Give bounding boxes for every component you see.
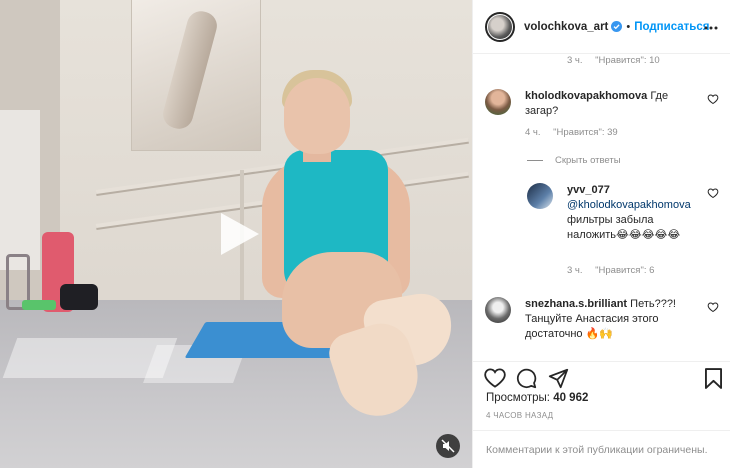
verified-badge-icon <box>611 21 623 32</box>
video-player[interactable] <box>0 0 472 468</box>
views-label: Просмотры: <box>486 392 550 404</box>
window-light <box>0 110 40 270</box>
comment-likes[interactable]: "Нравится": 10 <box>595 55 660 66</box>
separator-dot: • <box>626 20 631 33</box>
avatar-image <box>487 13 513 40</box>
comment-icon[interactable] <box>516 368 537 389</box>
avatar[interactable] <box>485 89 511 115</box>
person-head <box>284 78 350 154</box>
heart-icon[interactable] <box>707 187 719 199</box>
hide-replies-label: Скрыть ответы <box>555 155 621 166</box>
comment-time: 4 ч. <box>525 127 541 138</box>
comment-meta: 4 ч. "Нравится": 39 <box>525 127 618 138</box>
background-bag <box>60 284 98 310</box>
comment-body: yvv_077 @kholodkovapakhomova фильтры заб… <box>567 183 703 243</box>
follow-button[interactable]: Подписаться <box>634 21 709 33</box>
comment-time: 3 ч. <box>567 265 583 276</box>
avatar[interactable] <box>485 11 515 42</box>
post-timestamp[interactable]: 4 ЧАСОВ НАЗАД <box>486 411 553 420</box>
bookmark-icon[interactable] <box>705 368 722 389</box>
avatar[interactable] <box>485 297 511 323</box>
heart-icon[interactable] <box>707 301 719 313</box>
muted-speaker-icon[interactable] <box>436 434 460 458</box>
hide-replies-button[interactable]: Скрыть ответы <box>527 155 621 166</box>
comment-time: 3 ч. <box>567 55 583 66</box>
comment-body: snezhana.s.brilliant Петь???! Танцуйте А… <box>525 297 697 342</box>
comment-body: kholodkovapakhomova Где загар? <box>525 89 697 119</box>
comment-likes[interactable]: "Нравится": 39 <box>553 127 618 138</box>
comment-username[interactable]: kholodkovapakhomova <box>525 90 647 102</box>
views-value: 40 962 <box>553 392 589 404</box>
comment-meta: 3 ч. "Нравится": 6 <box>567 265 654 276</box>
views-count[interactable]: Просмотры: 40 962 <box>486 392 588 404</box>
comments-list[interactable]: 3 ч. "Нравится": 10 kholodkovapakhomova … <box>473 55 730 360</box>
post-sidebar: volochkova_art • Подписаться 3 ч. "Нрави… <box>472 0 730 468</box>
comment-username[interactable]: yvv_077 <box>567 184 610 196</box>
comments-restricted-notice: Комментарии к этой публикации ограничены… <box>473 430 730 468</box>
comment-username[interactable]: snezhana.s.brilliant <box>525 298 627 310</box>
heart-icon[interactable] <box>484 368 506 388</box>
comment: kholodkovapakhomova Где загар? 4 ч. "Нра… <box>485 89 719 149</box>
instagram-post: volochkova_art • Подписаться 3 ч. "Нрави… <box>0 0 730 468</box>
divider <box>527 160 543 161</box>
comment-meta: 3 ч. "Нравится": 10 <box>567 55 660 66</box>
comment-text: фильтры забыла наложить😂😂😂😂😂 <box>567 214 681 241</box>
play-icon[interactable] <box>211 207 265 261</box>
background-item <box>22 300 56 310</box>
more-options-icon[interactable] <box>703 20 719 36</box>
action-bar <box>473 361 730 391</box>
avatar[interactable] <box>527 183 553 209</box>
mention-link[interactable]: @kholodkovapakhomova <box>567 199 691 211</box>
comment-likes[interactable]: "Нравится": 6 <box>595 265 654 276</box>
heart-icon[interactable] <box>707 93 719 105</box>
comment: snezhana.s.brilliant Петь???! Танцуйте А… <box>485 297 719 357</box>
post-header: volochkova_art • Подписаться <box>473 0 730 54</box>
comment-reply: yvv_077 @kholodkovapakhomova фильтры заб… <box>527 183 719 276</box>
share-icon[interactable] <box>548 368 569 389</box>
author-username[interactable]: volochkova_art <box>524 21 608 33</box>
